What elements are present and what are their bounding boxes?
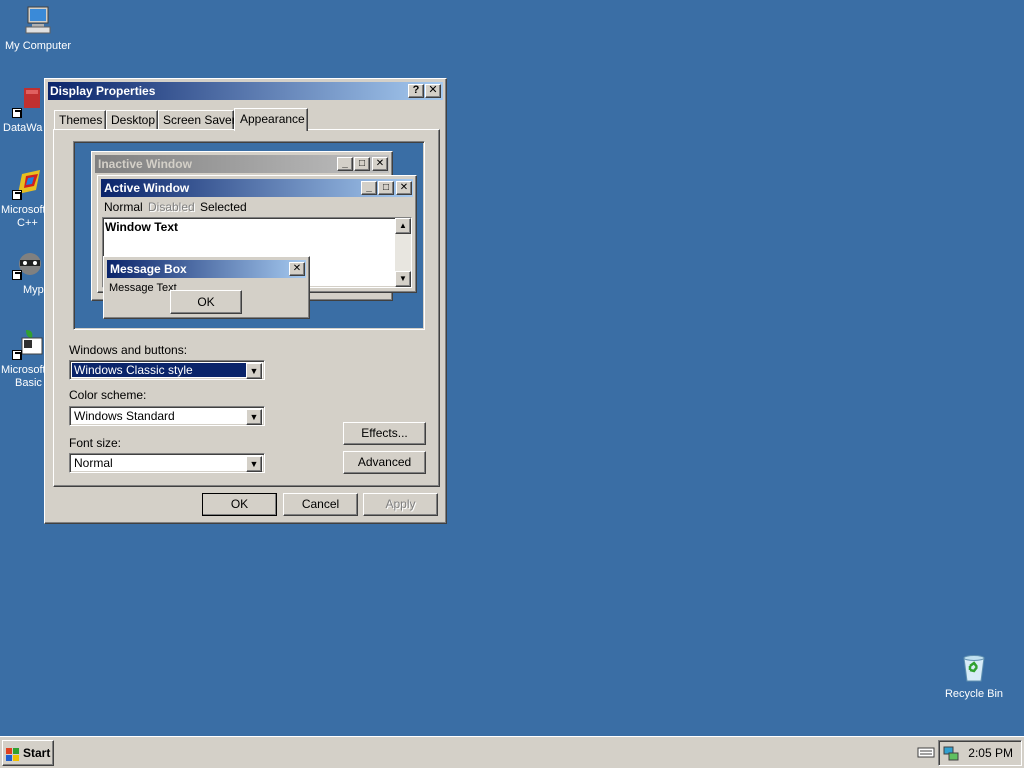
dialog-title: Display Properties (50, 84, 156, 98)
close-icon: ✕ (289, 262, 305, 276)
preview-menu-disabled: Disabled (148, 200, 195, 214)
maximize-icon: □ (354, 157, 370, 171)
chevron-down-icon[interactable]: ▼ (246, 363, 262, 379)
font-size-select[interactable]: Normal ▼ (69, 453, 265, 473)
shortcut-arrow-icon (12, 270, 22, 280)
display-properties-dialog: Display Properties ? ✕ Themes Desktop Sc… (44, 78, 447, 524)
network-icon[interactable] (943, 745, 959, 761)
shortcut-arrow-icon (12, 108, 22, 118)
cancel-button[interactable]: Cancel (283, 493, 358, 516)
clock[interactable]: 2:05 PM (968, 741, 1013, 765)
computer-icon (22, 4, 54, 36)
preview-inactive-title: Inactive Window (98, 157, 192, 171)
apply-button[interactable]: Apply (363, 493, 438, 516)
dialog-titlebar[interactable]: Display Properties ? ✕ (48, 82, 443, 100)
preview-active-title: Active Window (104, 181, 190, 195)
appearance-panel: Inactive Window _ □ ✕ Active Window _ □ … (53, 129, 440, 487)
start-label: Start (23, 746, 51, 760)
color-scheme-select[interactable]: Windows Standard ▼ (69, 406, 265, 426)
tab-appearance[interactable]: Appearance (234, 108, 308, 131)
desktop-icon-label: My Computer (4, 40, 72, 52)
preview-scrollbar: ▲ ▼ (395, 218, 411, 287)
advanced-button[interactable]: Advanced (343, 451, 426, 474)
close-button[interactable]: ✕ (425, 84, 441, 98)
minimize-icon: _ (361, 181, 377, 195)
shortcut-arrow-icon (12, 190, 22, 200)
preview-message-box-title: Message Box (110, 262, 187, 276)
preview-menu-selected: Selected (200, 200, 247, 214)
shortcut-arrow-icon (12, 350, 22, 360)
recycle-bin-icon (958, 652, 990, 684)
visual-cpp-icon (12, 168, 44, 200)
preview-message-box-titlebar: Message Box ✕ (107, 260, 306, 278)
preview-inactive-titlebar: Inactive Window _ □ ✕ (95, 155, 389, 173)
close-icon: ✕ (428, 84, 438, 96)
desktop-icon-my-computer[interactable]: My Computer (0, 4, 76, 56)
minimize-icon: _ (337, 157, 353, 171)
preview-message-text: Message Text (109, 282, 177, 294)
color-scheme-value: Windows Standard (74, 409, 175, 423)
windows-and-buttons-value: Windows Classic style (72, 363, 246, 377)
close-icon: ✕ (372, 157, 388, 171)
appearance-preview: Inactive Window _ □ ✕ Active Window _ □ … (73, 141, 425, 330)
windows-and-buttons-select[interactable]: Windows Classic style ▼ (69, 360, 265, 380)
start-button[interactable]: Start (2, 740, 54, 766)
desktop-icon-label: Recycle Bin (944, 688, 1004, 700)
help-icon: ? (412, 84, 420, 96)
font-size-label: Font size: (69, 436, 122, 450)
windows-and-buttons-label: Windows and buttons: (69, 343, 188, 357)
chevron-down-icon[interactable]: ▼ (246, 456, 262, 472)
maximize-icon: □ (378, 181, 394, 195)
help-button[interactable]: ? (408, 84, 424, 98)
keyboard-icon[interactable] (917, 745, 935, 759)
preview-ok-button: OK (170, 290, 242, 314)
chevron-down-icon[interactable]: ▼ (246, 409, 262, 425)
ok-button[interactable]: OK (202, 493, 277, 516)
raccoon-icon (12, 248, 44, 280)
color-scheme-label: Color scheme: (69, 388, 147, 402)
tab-screen-saver[interactable]: Screen Saver (158, 110, 236, 130)
preview-window-text: Window Text (105, 220, 178, 234)
windows-logo-icon (6, 746, 20, 761)
database-icon (12, 86, 44, 118)
visual-basic-icon (12, 328, 44, 360)
preview-menu-normal: Normal (104, 200, 143, 214)
taskbar: Start 2:05 PM (0, 736, 1024, 768)
tab-themes[interactable]: Themes (54, 110, 106, 130)
font-size-value: Normal (74, 456, 113, 470)
desktop-icon-recycle-bin[interactable]: Recycle Bin (936, 652, 1012, 702)
tab-desktop[interactable]: Desktop (106, 110, 158, 130)
scroll-up-icon: ▲ (395, 218, 411, 234)
close-icon: ✕ (396, 181, 412, 195)
preview-message-box: Message Box ✕ Message Text OK (103, 256, 310, 319)
effects-button[interactable]: Effects... (343, 422, 426, 445)
preview-active-titlebar: Active Window _ □ ✕ (101, 179, 413, 197)
scroll-down-icon: ▼ (395, 271, 411, 287)
system-tray: 2:05 PM (938, 740, 1022, 766)
preview-menu-bar: Normal Disabled Selected (102, 198, 412, 216)
